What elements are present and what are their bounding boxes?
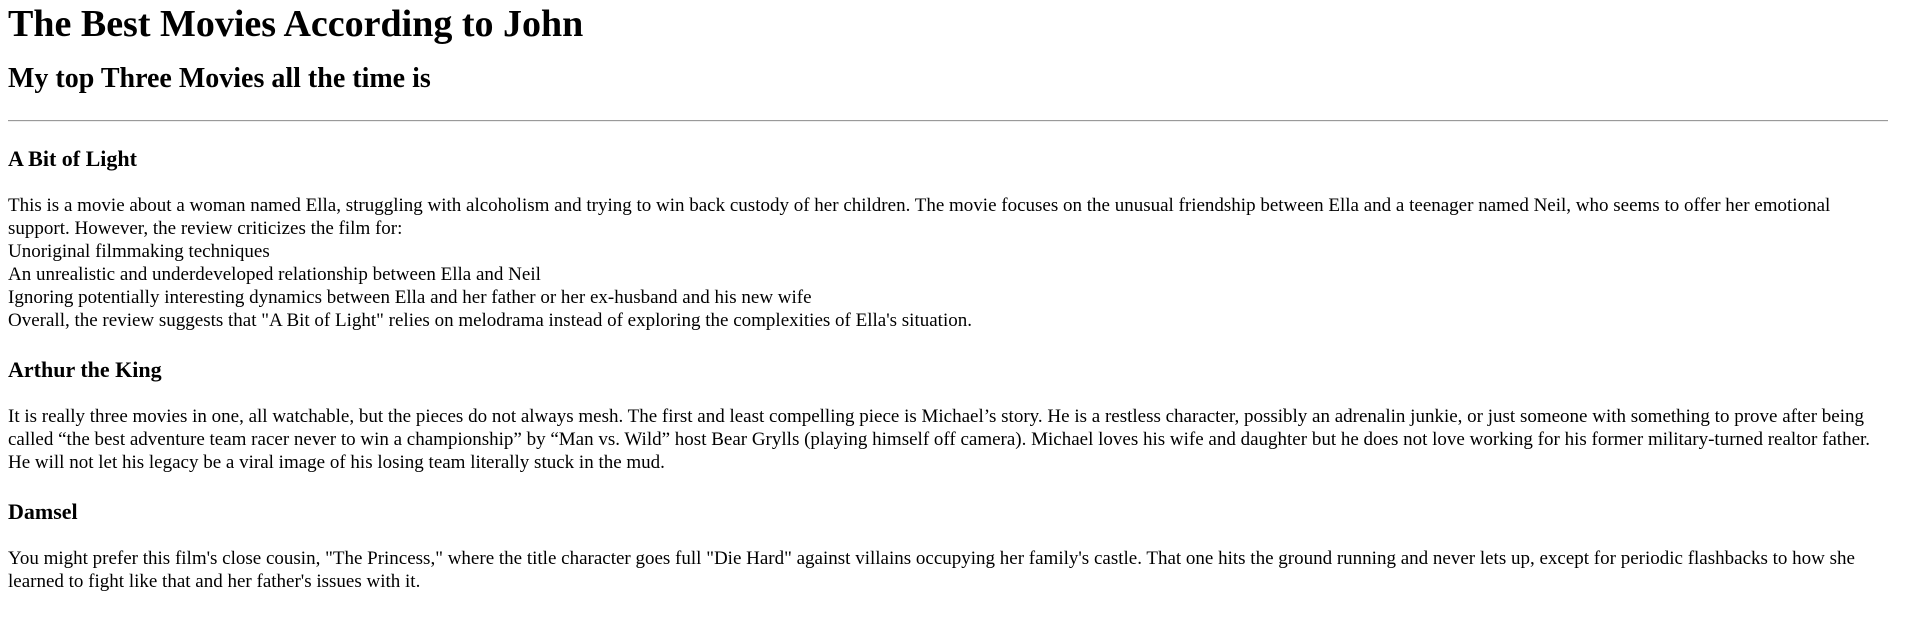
movie-section-damsel: Damsel You might prefer this film's clos…: [8, 499, 1888, 593]
movie-review: You might prefer this film's close cousi…: [8, 548, 1855, 592]
divider: [8, 120, 1888, 122]
movie-review: It is really three movies in one, all wa…: [8, 406, 1871, 473]
movie-title: Damsel: [8, 499, 78, 524]
page-title: The Best Movies According to John: [8, 3, 584, 45]
criticism-item: Unoriginal filmmaking techniques: [8, 241, 270, 262]
movie-section-a-bit-of-light: A Bit of Light This is a movie about a w…: [8, 146, 1888, 332]
page-content: The Best Movies According to John My top…: [0, 2, 1898, 593]
review-intro: This is a movie about a woman named Ella…: [8, 195, 1831, 239]
movie-section-arthur-the-king: Arthur the King It is really three movie…: [8, 357, 1888, 474]
movie-title: Arthur the King: [8, 357, 162, 382]
movie-title: A Bit of Light: [8, 146, 137, 171]
criticism-item: Ignoring potentially interesting dynamic…: [8, 287, 812, 308]
criticism-item: An unrealistic and underdeveloped relati…: [8, 264, 541, 285]
movie-review: This is a movie about a woman named Ella…: [8, 194, 1888, 332]
review-conclusion: Overall, the review suggests that "A Bit…: [8, 310, 972, 331]
page-subtitle: My top Three Movies all the time is: [8, 63, 431, 94]
